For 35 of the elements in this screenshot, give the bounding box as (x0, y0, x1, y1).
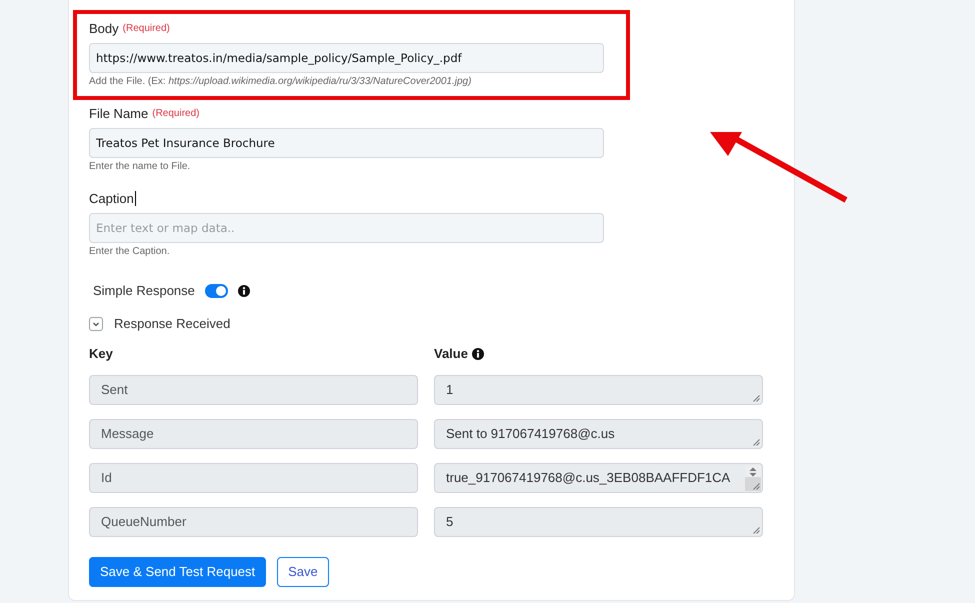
toggle-switch[interactable] (204, 284, 228, 298)
help-text: Enter the name to File. (89, 161, 192, 173)
value-field[interactable]: true_917067419768@c.us_3EB08BAAFFDF1CA (434, 463, 763, 493)
resize-grip-icon[interactable] (753, 527, 760, 534)
help-text: Enter the Caption. (89, 246, 171, 258)
column-header: Key (89, 346, 113, 362)
key-field[interactable]: Message (89, 419, 418, 449)
field-label: Body (89, 21, 119, 36)
chevron-down-icon[interactable] (89, 317, 103, 331)
required-note: (Required) (152, 107, 200, 121)
text-input[interactable]: Enter text or map data.. (89, 213, 604, 243)
info-icon[interactable] (472, 348, 484, 360)
field-label: Caption (89, 191, 134, 206)
save-button[interactable]: Save (277, 557, 329, 587)
save-and-send-button[interactable]: Save & Send Test Request (89, 557, 266, 587)
switch-label: Simple Response (93, 282, 195, 300)
key-field[interactable]: Sent (89, 375, 418, 405)
info-icon[interactable] (238, 285, 250, 297)
text-input[interactable]: Treatos Pet Insurance Brochure (89, 128, 604, 158)
resize-grip-icon[interactable] (753, 483, 760, 490)
resize-grip-icon[interactable] (753, 395, 760, 402)
key-field[interactable]: Id (89, 463, 418, 493)
column-header: Value (434, 346, 468, 362)
value-field[interactable]: Sent to 917067419768@c.us (434, 419, 763, 449)
key-field[interactable]: QueueNumber (89, 507, 418, 537)
scrollbar[interactable] (745, 465, 761, 491)
help-text: Add the File. (Ex: https://upload.wikimedia.org/wikipedia/ru/3/33/NatureCover2001.jpg) (89, 76, 472, 88)
scroll-arrows-icon[interactable] (749, 467, 757, 477)
required-note: (Required) (122, 22, 170, 36)
section-label: Response Received (114, 315, 230, 334)
field-label: File Name (89, 106, 148, 121)
resize-grip-icon[interactable] (753, 439, 760, 446)
value-field[interactable]: 1 (434, 375, 763, 405)
value-field[interactable]: 5 (434, 507, 763, 537)
text-input[interactable]: https://www.treatos.in/media/sample_policy/Sample_Policy_.pdf (89, 43, 604, 73)
